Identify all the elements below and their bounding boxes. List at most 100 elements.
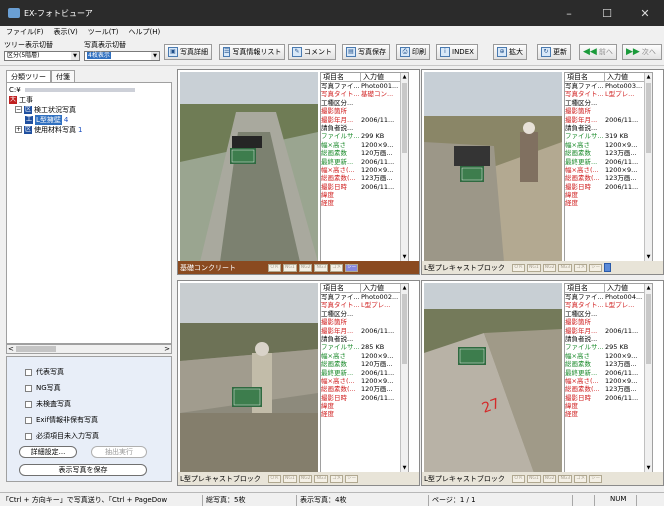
ng3-badge[interactable]: NG3	[558, 263, 573, 272]
minimize-button[interactable]: –	[550, 0, 588, 26]
scroll-thumb[interactable]	[402, 83, 407, 153]
ng3-badge[interactable]: NG3	[314, 263, 329, 272]
comment-badge[interactable]: コメ	[330, 263, 344, 272]
save-photo-button[interactable]: ▤ 写真保存	[342, 44, 390, 60]
previous-button[interactable]: ◀◀ 前へ	[579, 44, 617, 60]
scroll-thumb[interactable]	[16, 346, 56, 352]
scroll-up-icon[interactable]: ▲	[645, 285, 652, 291]
detail-settings-button[interactable]: 詳細設定...	[19, 446, 77, 458]
ok-badge[interactable]: ＯＫ	[512, 474, 525, 483]
comment-badge[interactable]: コメ	[330, 474, 344, 483]
scroll-up-icon[interactable]: ▲	[645, 74, 652, 80]
properties-scrollbar[interactable]: ▲ ▼	[644, 73, 652, 261]
ng2-badge[interactable]: NG2	[298, 474, 313, 483]
filter-representative[interactable]: 代表写真	[25, 367, 64, 377]
properties-scrollbar[interactable]: ▲ ▼	[644, 284, 652, 472]
scroll-thumb[interactable]	[646, 294, 651, 364]
checkbox[interactable]	[25, 368, 32, 376]
tree-node-inspection[interactable]: − 区 検工状況写真	[15, 105, 76, 114]
prop-value: Photo004...	[605, 293, 643, 301]
comment-badge[interactable]: コメ	[574, 474, 588, 483]
checkbox[interactable]	[25, 400, 32, 408]
ng3-badge[interactable]: NG3	[558, 474, 573, 483]
ng1-badge[interactable]: NG1	[527, 474, 541, 483]
photo-info-list-button[interactable]: ☰ 写真情報リスト	[219, 44, 285, 60]
ng2-badge[interactable]: NG2	[298, 263, 313, 272]
ng1-badge[interactable]: NG1	[527, 263, 541, 272]
checkbox[interactable]	[25, 384, 32, 392]
comment-label: コメント	[304, 48, 332, 56]
photo-cell-4[interactable]: 27 項目名 入力値 写真ファイ... Photo004... 写真タイト... L型…	[421, 280, 664, 486]
filter-required-missing[interactable]: 必須項目未入力写真	[25, 431, 99, 441]
zoom-button[interactable]: ⊕ 拡大	[493, 44, 527, 60]
scroll-down-icon[interactable]: ▼	[401, 254, 408, 260]
ng1-badge[interactable]: NG1	[283, 474, 297, 483]
photo-thumbnail-1[interactable]	[180, 72, 318, 262]
collapse-icon[interactable]: −	[15, 106, 22, 113]
scroll-up-icon[interactable]: ▲	[401, 285, 408, 291]
sheet-badge[interactable]: シー	[589, 263, 603, 272]
ng1-badge[interactable]: NG1	[283, 263, 297, 272]
checkbox[interactable]	[25, 416, 32, 424]
refresh-button[interactable]: ↻ 更新	[537, 44, 571, 60]
tree-root[interactable]: 大 工事	[9, 95, 33, 104]
checkbox[interactable]	[25, 432, 32, 440]
scroll-thumb[interactable]	[646, 83, 651, 153]
menu-tools[interactable]: ツール(T)	[88, 27, 119, 37]
scroll-left-icon[interactable]: <	[8, 345, 14, 353]
scroll-down-icon[interactable]: ▼	[645, 465, 652, 471]
extract-button[interactable]: 抽出実行	[91, 446, 147, 458]
tree-horizontal-scrollbar[interactable]: < >	[6, 344, 172, 354]
photo-detail-button[interactable]: ▣ 写真詳細	[164, 44, 212, 60]
filter-ng[interactable]: NG写真	[25, 383, 61, 393]
next-button[interactable]: ▶▶ 次へ	[622, 44, 662, 60]
ng3-badge[interactable]: NG3	[314, 474, 329, 483]
comment-button[interactable]: ✎ コメント	[288, 44, 336, 60]
tree-node-materials[interactable]: + 区 使用材料写真 1	[15, 125, 82, 134]
photo-mode-select[interactable]: 4枚表示 ▼	[84, 51, 160, 61]
status-bar: 「Ctrl + 方向キー」で写真送り、「Ctrl + PageDow 総写真：5…	[0, 492, 664, 506]
maximize-button[interactable]: ☐	[588, 0, 626, 26]
prop-row: 幅×高さ 1200×9...	[321, 141, 408, 149]
folder-icon: 区	[24, 105, 32, 114]
save-displayed-photos-button[interactable]: 表示写真を保存	[19, 464, 147, 476]
photo-thumbnail-3[interactable]	[180, 283, 318, 473]
close-button[interactable]: ✕	[626, 0, 664, 26]
properties-scrollbar[interactable]: ▲ ▼	[400, 73, 408, 261]
menu-help[interactable]: ヘルプ(H)	[129, 27, 161, 37]
tree-mode-select[interactable]: 区分(5階層) ▼	[4, 51, 80, 61]
filter-uninspected[interactable]: 未検査写真	[25, 399, 71, 409]
photo-cell-2[interactable]: 項目名 入力値 写真ファイ... Photo003... 写真タイト... L型プレ.…	[421, 69, 664, 275]
ok-badge[interactable]: ＯＫ	[268, 263, 281, 272]
filter-no-exif[interactable]: Exif情報非保有写真	[25, 415, 98, 425]
header-item-name: 項目名	[565, 73, 605, 81]
photo-thumbnail-2[interactable]	[424, 72, 562, 262]
tree-node-l-wall[interactable]: 工 L型擁壁 4	[25, 114, 68, 125]
ok-badge[interactable]: ＯＫ	[268, 474, 281, 483]
photo-thumbnail-4[interactable]: 27	[424, 283, 562, 473]
ok-badge[interactable]: ＯＫ	[512, 263, 525, 272]
scroll-thumb[interactable]	[402, 294, 407, 364]
comment-badge[interactable]: コメ	[574, 263, 588, 272]
menu-view[interactable]: 表示(V)	[54, 27, 78, 37]
sheet-badge[interactable]: シー	[589, 474, 603, 483]
photo-cell-1[interactable]: 項目名 入力値 写真ファイ... Photo001... 写真タイト... 基礎コン.…	[177, 69, 420, 275]
header-value: 入力値	[361, 73, 401, 81]
index-button[interactable]: i INDEX	[436, 44, 478, 60]
scroll-right-icon[interactable]: >	[164, 345, 170, 353]
sheet-badge[interactable]: シー	[345, 474, 359, 483]
ng2-badge[interactable]: NG2	[542, 474, 557, 483]
menu-file[interactable]: ファイル(F)	[6, 27, 44, 37]
scroll-down-icon[interactable]: ▼	[401, 465, 408, 471]
prop-row: 総画素数 120万画...	[321, 149, 408, 157]
properties-scrollbar[interactable]: ▲ ▼	[400, 284, 408, 472]
expand-icon[interactable]: +	[15, 126, 22, 133]
scroll-up-icon[interactable]: ▲	[401, 74, 408, 80]
scroll-down-icon[interactable]: ▼	[645, 254, 652, 260]
prop-value: 1200×9...	[361, 140, 394, 149]
memo-icon[interactable]	[604, 263, 612, 272]
photo-cell-3[interactable]: 項目名 入力値 写真ファイ... Photo002... 写真タイト... L型プレ.…	[177, 280, 420, 486]
sheet-badge[interactable]: シー	[345, 263, 359, 272]
print-button[interactable]: ⎙ 印刷	[396, 44, 430, 60]
ng2-badge[interactable]: NG2	[542, 263, 557, 272]
